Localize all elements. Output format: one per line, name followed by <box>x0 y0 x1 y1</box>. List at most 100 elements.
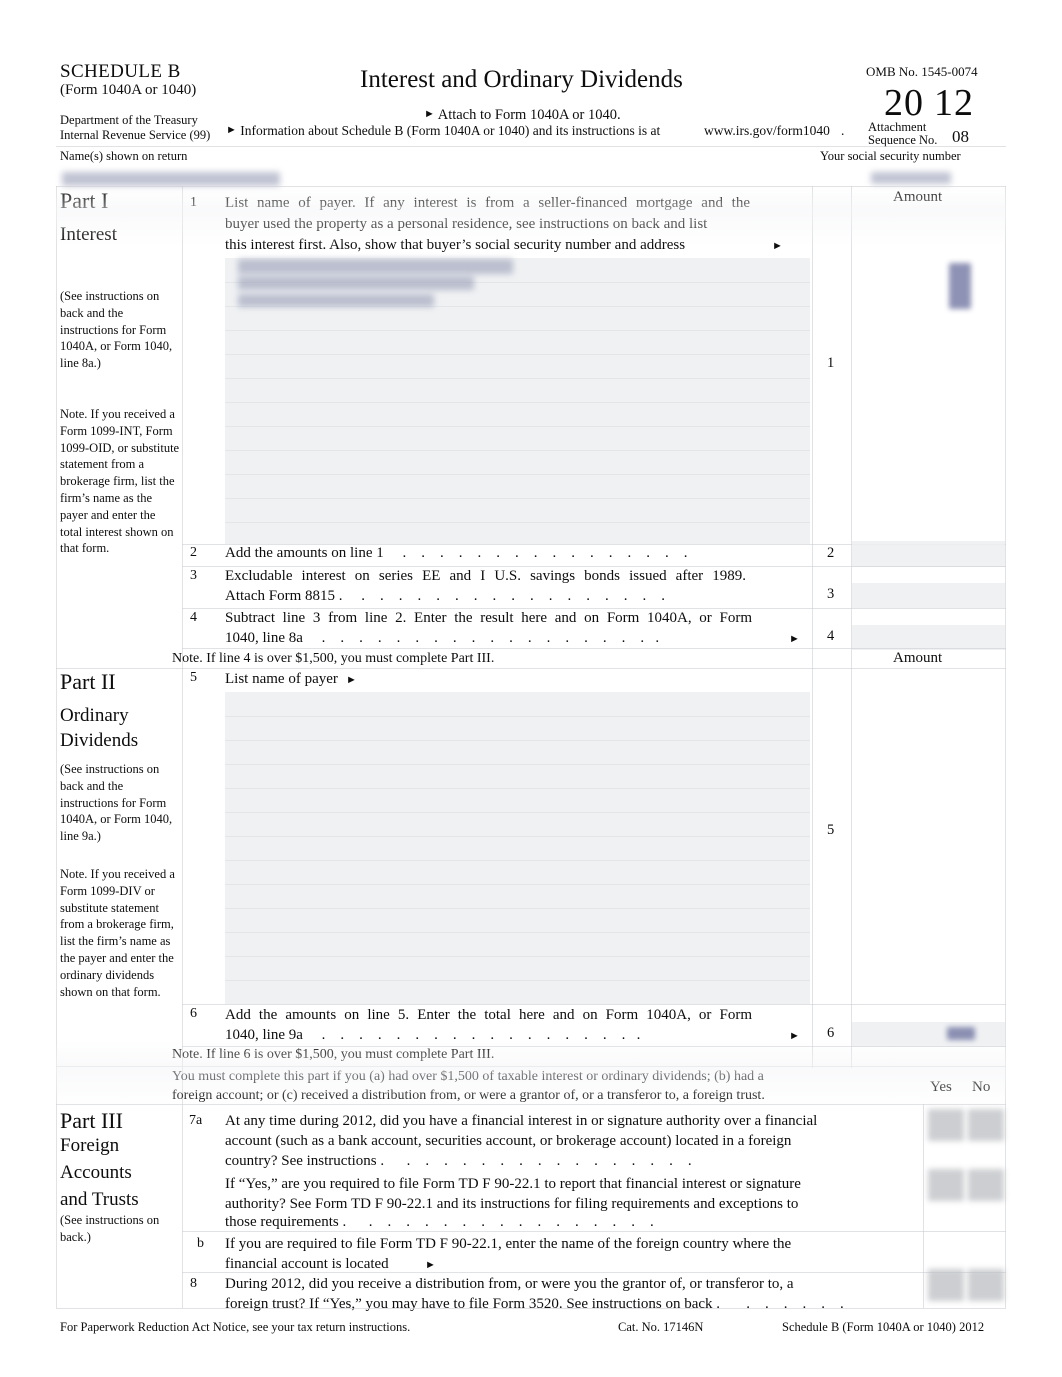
info-instruction-text: Information about Schedule B (Form 1040A… <box>240 123 661 138</box>
line-7a-bottom-rule <box>182 1231 1006 1232</box>
entry-rule <box>225 812 810 813</box>
part-2-entry-area[interactable] <box>225 692 810 1004</box>
schedule-b-form-page: SCHEDULE B (Form 1040A or 1040) Departme… <box>0 0 1062 1377</box>
part-1-line-1-text-1: List name of payer. If any interest is f… <box>225 195 750 211</box>
part-3-line-8-text-1: During 2012, did you receive a distribut… <box>225 1276 794 1292</box>
line-8-no-checkbox[interactable] <box>968 1269 1004 1301</box>
line-7a-yes-checkbox[interactable] <box>928 1109 964 1141</box>
right-page-border <box>1005 186 1006 1308</box>
part-3-line-8-text-2: foreign trust? If “Yes,” you may have to… <box>225 1296 721 1312</box>
part-1-line-4-col-number: 4 <box>827 628 835 644</box>
part-2-line-6-text-2-row: 1040, line 9a . . . . . . . . . . . . . … <box>225 1025 640 1047</box>
attach-instruction: ► Attach to Form 1040A or 1040. <box>424 107 621 124</box>
attachment-label-line-2: Sequence No. <box>868 133 938 147</box>
form-title: Interest and Ordinary Dividends <box>360 66 683 93</box>
attach-arrow-icon: ► <box>424 108 435 120</box>
part-1-line-1-col-number: 1 <box>827 355 835 371</box>
yes-column-header: Yes <box>930 1079 952 1095</box>
part-1-line-1-arrow-icon: ► <box>772 240 783 252</box>
part-2-label: Part II <box>60 669 116 694</box>
info-period: . <box>841 123 845 138</box>
part-2-line-5-col-number: 5 <box>827 822 835 838</box>
line-7a-followup-yes-checkbox[interactable] <box>928 1169 964 1201</box>
part-2-top-divider <box>56 668 1006 669</box>
part-3-instructions: (See instructions on back.) <box>60 1213 160 1244</box>
part-1-payer-entry-redacted <box>238 259 513 274</box>
entry-rule <box>225 522 810 523</box>
schedule-subtitle: (Form 1040A or 1040) <box>60 82 197 98</box>
entry-rule <box>225 956 810 957</box>
part-3-intro-line-2: foreign account; or (c) received a distr… <box>172 1088 765 1103</box>
part-1-line-3-amount-box[interactable] <box>852 583 1005 608</box>
left-page-border <box>56 186 57 1308</box>
part-1-line-4-amount-box[interactable] <box>852 625 1005 650</box>
tax-year-left: 20 <box>884 82 924 124</box>
part-2-line-5-number: 5 <box>190 670 197 685</box>
part-1-payer-entry-redacted <box>238 294 434 307</box>
part-1-name: Interest <box>60 224 117 245</box>
info-instruction: ► Information about Schedule B (Form 104… <box>226 123 660 139</box>
part-1-amount-header: Amount <box>893 189 943 205</box>
part-3-line-7b-arrow-icon: ► <box>425 1259 436 1271</box>
entry-rule <box>225 908 810 909</box>
entry-rule <box>225 884 810 885</box>
part-3-line-8-number: 8 <box>190 1276 197 1291</box>
department-line-1: Department of the Treasury <box>60 113 198 127</box>
ssn-field-label: Your social security number <box>820 149 961 163</box>
footer-divider <box>56 1308 1006 1309</box>
part-3-name-line-1: Foreign <box>60 1135 120 1156</box>
part-1-line-2-col-number: 2 <box>827 545 835 561</box>
schedule-title: SCHEDULE B <box>60 61 181 82</box>
part-1-line-3-text-1: Excludable interest on series EE and I U… <box>225 568 746 584</box>
amount-column-divider <box>812 186 813 1068</box>
attach-instruction-text: Attach to Form 1040A or 1040. <box>437 107 621 123</box>
entry-rule <box>225 450 810 451</box>
entry-rule <box>225 788 810 789</box>
entry-rule <box>225 426 810 427</box>
leader-dots: . . . . . . . . . . . . . . . . . . . <box>306 630 660 646</box>
part-1-label: Part I <box>60 188 109 213</box>
part-1-line-2-text: Add the amounts on line 1 . . . . . . . … <box>225 543 687 565</box>
part-3-line-7a-text-2: account (such as a bank account, securit… <box>225 1133 792 1149</box>
part-3-intro-line-1: You must complete this part if you (a) h… <box>172 1069 764 1084</box>
part-3-line-8-text-2-row: foreign trust? If “Yes,” you may have to… <box>225 1294 844 1316</box>
line-7a-followup-no-checkbox[interactable] <box>968 1169 1004 1201</box>
leader-dots: . . . . . . . . . . . . . . . . <box>349 1214 654 1230</box>
form-reference: Schedule B (Form 1040A or 1040) 2012 <box>782 1320 985 1334</box>
leader-dots: . . . . . . . . . . . . . . . . <box>387 1153 692 1169</box>
part-1-line-1-number: 1 <box>190 195 197 210</box>
entry-rule <box>225 716 810 717</box>
part-1-line-2-label: Add the amounts on line 1 <box>225 545 384 561</box>
part-1-note: Note. If you received a Form 1099-INT, F… <box>60 407 180 556</box>
part-1-line-2-amount-box[interactable] <box>852 541 1005 567</box>
part-1-note-after: Note. If line 4 is over $1,500, you must… <box>172 651 495 666</box>
ssn-field-value-redacted <box>871 172 951 184</box>
part-2-line-6-amount-redacted <box>947 1027 975 1040</box>
part-3-line-7b-number: b <box>197 1236 204 1251</box>
leader-dots: . . . . . . <box>723 1296 844 1312</box>
attachment-label-line-1: Attachment <box>868 120 927 134</box>
part-3-line-7a2-text-3: those requirements . <box>225 1214 347 1230</box>
entry-rule <box>225 740 810 741</box>
part-1-line-1-amount-redacted <box>949 263 971 309</box>
irs-url-link[interactable]: www.irs.gov/form1040 <box>704 123 830 139</box>
header-divider <box>56 146 1006 147</box>
line-8-yes-checkbox[interactable] <box>928 1269 964 1301</box>
entry-rule <box>225 330 810 331</box>
catalog-number: Cat. No. 17146N <box>618 1320 704 1334</box>
entry-rule <box>225 402 810 403</box>
part-3-line-7a2-text-1: If “Yes,” are you required to file Form … <box>225 1176 801 1192</box>
part-2-line-6-amount-box[interactable] <box>852 1022 1005 1047</box>
leader-dots: . . . . . . . . . . . . . . . . . <box>346 588 665 604</box>
part-1-line-4-text-1: Subtract line 3 from line 2. Enter the r… <box>225 610 752 626</box>
part-2-line-6-number: 6 <box>190 1006 197 1021</box>
part-1-payer-entry-redacted <box>238 276 474 290</box>
line-7a-no-checkbox[interactable] <box>968 1109 1004 1141</box>
part-3-header-divider <box>56 1104 1006 1105</box>
part-3-name-line-2: Accounts <box>60 1162 132 1183</box>
part-2-line-5-text: List name of payer <box>225 671 338 687</box>
paperwork-notice: For Paperwork Reduction Act Notice, see … <box>60 1320 411 1334</box>
part-3-label: Part III <box>60 1108 123 1133</box>
part-2-amount-header: Amount <box>893 650 943 666</box>
part-3-name-line-3: and Trusts <box>60 1189 139 1210</box>
